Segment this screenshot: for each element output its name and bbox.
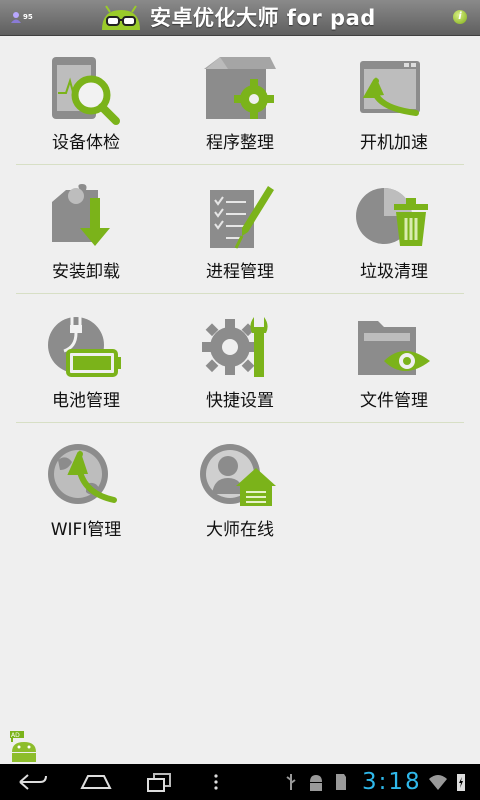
tile-label: 垃圾清理	[360, 262, 428, 282]
junk-clean-icon	[356, 188, 428, 246]
clock[interactable]: 3:18	[362, 767, 422, 797]
battery-manage-icon	[48, 317, 121, 377]
tile-quick-settings[interactable]: 快捷设置	[163, 294, 317, 422]
ad-badge[interactable]: AD	[6, 730, 42, 762]
back-icon[interactable]	[14, 770, 50, 794]
tile-label: 文件管理	[360, 391, 428, 411]
tile-label: 程序整理	[206, 133, 274, 153]
tile-wifi-manage[interactable]: WIFI管理	[9, 423, 163, 551]
android-ad-icon: AD	[10, 731, 36, 762]
sd-card-icon	[336, 774, 346, 790]
tile-install-uninstall[interactable]: 安装卸载	[9, 165, 163, 293]
tile-file-manage[interactable]: 文件管理	[317, 294, 471, 422]
feature-row: WIFI管理 大师在线	[0, 423, 480, 552]
tile-app-organize[interactable]: 程序整理	[163, 36, 317, 164]
title-bar: 95 安卓优化大师 for pad i	[0, 0, 480, 36]
file-manage-icon	[358, 321, 430, 375]
ad-label: AD	[11, 732, 20, 739]
tile-label: 安装卸载	[52, 262, 120, 282]
feature-row: 电池管理 快捷设置 文件管理	[0, 294, 480, 423]
tile-junk-clean[interactable]: 垃圾清理	[317, 165, 471, 293]
menu-dots-icon[interactable]	[206, 770, 226, 794]
recent-apps-icon[interactable]	[142, 770, 178, 794]
feature-grid: 设备体检 程序整理 开机加速 安装卸载 进程管理 垃圾清理 电池管理 快捷设置 …	[0, 36, 480, 552]
device-check-icon	[52, 57, 120, 125]
master-online-icon	[200, 444, 276, 506]
wifi-manage-icon	[48, 444, 117, 504]
tile-label: 电池管理	[52, 391, 120, 411]
usb-icon	[286, 774, 296, 790]
boot-speedup-icon	[360, 61, 420, 116]
wifi-signal-icon	[429, 775, 447, 790]
info-button[interactable]: i	[453, 10, 467, 24]
tile-label: 快捷设置	[206, 391, 274, 411]
tile-label: 大师在线	[206, 520, 274, 540]
tile-label: 开机加速	[360, 133, 428, 153]
battery-charging-icon	[457, 774, 465, 791]
android-glasses-logo-icon	[102, 5, 140, 30]
tile-label: WIFI管理	[50, 520, 122, 540]
tile-battery-manage[interactable]: 电池管理	[9, 294, 163, 422]
quick-settings-icon	[202, 317, 268, 377]
tile-process-manage[interactable]: 进程管理	[163, 165, 317, 293]
tile-label: 设备体检	[52, 133, 120, 153]
install-uninstall-icon	[52, 184, 110, 246]
tile-label: 进程管理	[206, 262, 274, 282]
user-notification-icon	[11, 12, 21, 23]
feature-row: 安装卸载 进程管理 垃圾清理	[0, 165, 480, 294]
app-title: 安卓优化大师 for pad	[150, 6, 376, 30]
tile-boot-speedup[interactable]: 开机加速	[317, 36, 471, 164]
notification-count: 95	[23, 13, 33, 21]
tile-master-online[interactable]: 大师在线	[163, 423, 317, 551]
process-manage-icon	[210, 186, 274, 249]
android-debug-icon	[310, 775, 322, 791]
tile-device-check[interactable]: 设备体检	[9, 36, 163, 164]
home-icon[interactable]	[78, 770, 114, 794]
info-icon: i	[458, 11, 462, 22]
feature-row: 设备体检 程序整理 开机加速	[0, 36, 480, 165]
notification-indicator[interactable]: 95	[10, 9, 38, 25]
app-organize-icon	[204, 57, 276, 119]
system-bar: 3:18	[0, 764, 480, 800]
